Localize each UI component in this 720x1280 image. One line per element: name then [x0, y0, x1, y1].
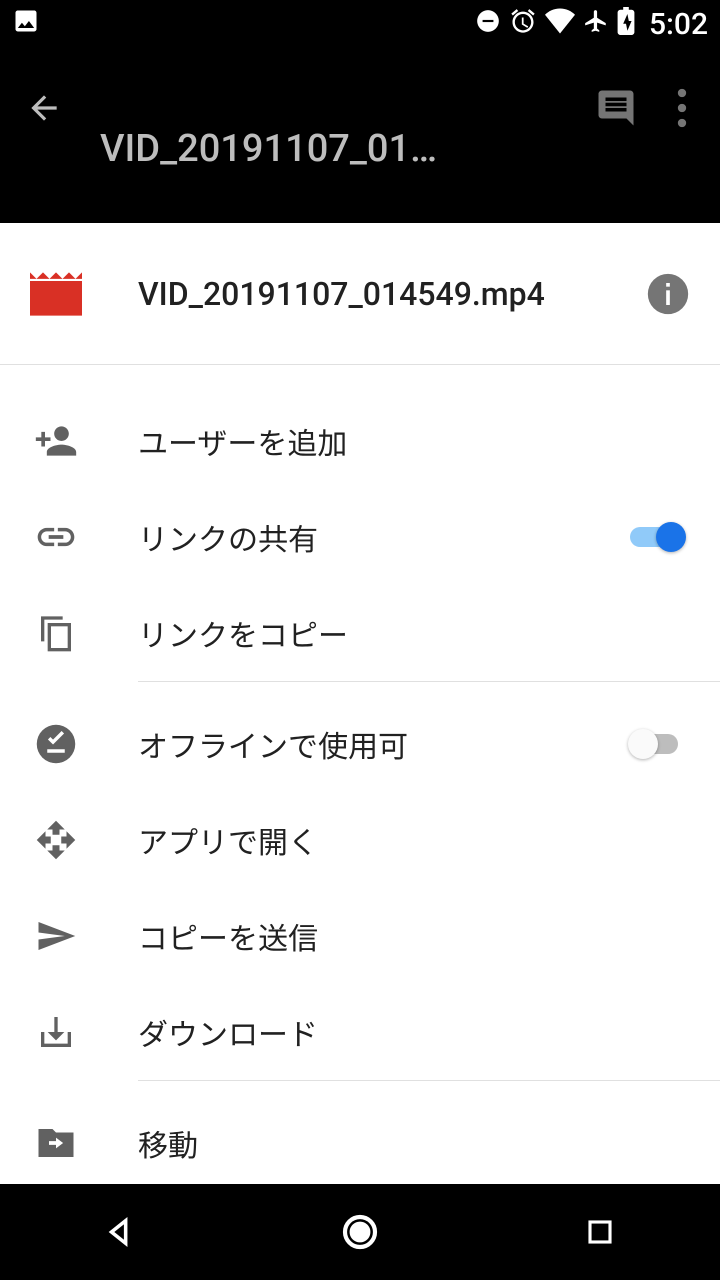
- download-label: ダウンロード: [138, 1010, 690, 1054]
- offline-pin-icon: [30, 723, 82, 765]
- open-with-label: アプリで開く: [138, 818, 690, 862]
- copy-icon: [30, 613, 82, 653]
- file-name: VID_20191107_014549.mp4: [138, 275, 646, 313]
- copy-link-row[interactable]: リンクをコピー: [0, 585, 720, 681]
- send-icon: [30, 915, 82, 957]
- offline-row[interactable]: オフラインで使用可: [0, 696, 720, 792]
- alarm-icon: [509, 7, 537, 42]
- send-copy-label: コピーを送信: [138, 914, 690, 958]
- navigation-bar: [0, 1184, 720, 1280]
- status-time: 5:02: [649, 7, 708, 42]
- divider: [138, 681, 720, 682]
- image-icon: [12, 7, 40, 42]
- app-bar: VID_20191107_01…: [0, 48, 720, 223]
- link-share-row[interactable]: リンクの共有: [0, 489, 720, 585]
- more-button[interactable]: [652, 78, 712, 138]
- person-add-icon: [30, 419, 82, 463]
- content-area: VID_20191107_014549.mp4 ユーザーを追加 リンクの共有 リ…: [0, 223, 720, 1184]
- move-label: 移動: [138, 1121, 690, 1165]
- nav-home-button[interactable]: [300, 1202, 420, 1262]
- add-user-label: ユーザーを追加: [138, 419, 690, 463]
- wifi-icon: [545, 8, 575, 41]
- dnd-icon: [475, 8, 501, 41]
- move-row[interactable]: 移動: [0, 1095, 720, 1184]
- comment-button[interactable]: [580, 78, 652, 138]
- open-with-icon: [30, 819, 82, 861]
- offline-label: オフラインで使用可: [138, 722, 626, 766]
- airplane-icon: [583, 8, 609, 41]
- back-button[interactable]: [8, 78, 80, 138]
- download-icon: [30, 1012, 82, 1052]
- link-share-label: リンクの共有: [138, 515, 626, 559]
- app-bar-title: VID_20191107_01…: [80, 127, 580, 171]
- send-copy-row[interactable]: コピーを送信: [0, 888, 720, 984]
- info-button[interactable]: [646, 272, 690, 316]
- video-file-icon: [30, 271, 82, 317]
- add-user-row[interactable]: ユーザーを追加: [0, 393, 720, 489]
- folder-move-icon: [30, 1122, 82, 1164]
- nav-recent-button[interactable]: [540, 1202, 660, 1262]
- link-icon: [30, 515, 82, 559]
- battery-charging-icon: [617, 7, 635, 42]
- nav-back-button[interactable]: [60, 1202, 180, 1262]
- open-with-row[interactable]: アプリで開く: [0, 792, 720, 888]
- status-bar: 5:02: [0, 0, 720, 48]
- divider: [138, 1080, 720, 1081]
- download-row[interactable]: ダウンロード: [0, 984, 720, 1080]
- file-header-row: VID_20191107_014549.mp4: [0, 223, 720, 365]
- copy-link-label: リンクをコピー: [138, 611, 690, 655]
- link-share-toggle[interactable]: [626, 517, 690, 557]
- offline-toggle[interactable]: [626, 724, 690, 764]
